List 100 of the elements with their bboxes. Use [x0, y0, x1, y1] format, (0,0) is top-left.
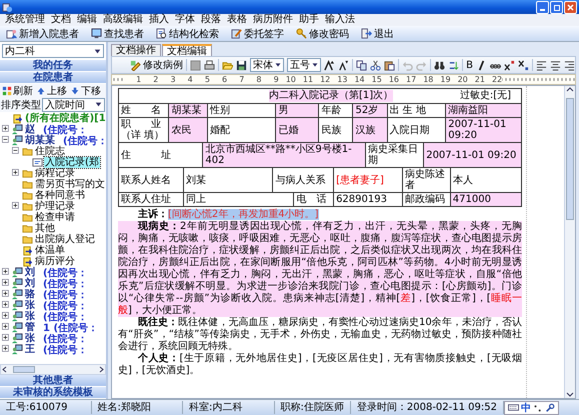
table-cell[interactable]: 471000 — [450, 193, 521, 206]
patient-name[interactable]: 刘 — [24, 278, 36, 289]
table-cell[interactable]: 本人 — [450, 168, 522, 192]
maximize-button[interactable] — [550, 0, 563, 14]
table-cell[interactable]: 湖南益阳 — [445, 104, 521, 117]
tree-item[interactable]: 入院记录(郑 — [44, 157, 100, 168]
patient-name[interactable]: 王 — [24, 344, 36, 355]
edit-record-button[interactable]: 修改病例 — [130, 58, 183, 72]
tree-item[interactable]: 其他 — [34, 223, 56, 234]
table-cell[interactable]: 胡某某 — [168, 104, 207, 117]
ime-toolbar[interactable]: 中 — [504, 400, 559, 414]
ime-mode-label[interactable]: 中 — [521, 400, 531, 414]
add-patient-button[interactable]: 新增入院患者 — [3, 26, 82, 40]
table-cell[interactable]: 52岁 — [352, 104, 386, 117]
align-right-button[interactable] — [564, 60, 575, 70]
move-down-button[interactable]: 下移 — [69, 84, 102, 98]
italic-button[interactable] — [476, 60, 487, 70]
find-patient-button[interactable]: 查找患者 — [88, 26, 147, 40]
scroll-right-icon[interactable] — [97, 366, 105, 373]
table-cell[interactable]: 刘某 — [182, 168, 272, 192]
superscript-button[interactable] — [504, 60, 515, 70]
table-cell[interactable]: 男 — [275, 104, 318, 117]
tree-item[interactable]: 病程记录 — [34, 168, 76, 179]
font-grow-button[interactable] — [324, 60, 336, 70]
find-button[interactable] — [434, 60, 446, 70]
font-size-dropdown[interactable]: 五号 — [287, 58, 322, 72]
menu-item[interactable]: 文档 — [48, 14, 74, 26]
department-dropdown[interactable]: 内二科 — [2, 44, 104, 58]
table-cell[interactable]: 已婚 — [275, 118, 318, 142]
table-cell[interactable]: 北京市西城区**路**小区9号楼1-402 — [202, 143, 365, 167]
scroll-left-icon[interactable] — [1, 366, 9, 373]
copy-button[interactable] — [356, 60, 368, 70]
table-cell[interactable]: 农民 — [168, 118, 207, 142]
paste-button[interactable] — [384, 60, 396, 70]
sort-dropdown[interactable]: 入院时间 — [42, 98, 105, 112]
patient-name[interactable]: 刘 — [24, 267, 36, 278]
menu-item[interactable]: 输入法 — [322, 14, 358, 26]
vertical-scrollbar[interactable] — [564, 86, 575, 398]
tree-item[interactable]: 出院病人登记 — [34, 234, 96, 245]
delegate-sign-button[interactable]: 委托签字 — [228, 26, 287, 40]
exit-button[interactable]: 退出 — [358, 26, 397, 40]
menu-item[interactable]: 段落 — [198, 14, 224, 26]
section-header[interactable]: 在院患者 — [0, 72, 106, 84]
tree-item[interactable]: 护理记录 — [34, 201, 76, 212]
table-cell[interactable]: 62890193 — [333, 193, 402, 206]
menu-item[interactable]: 高级编辑 — [100, 14, 146, 26]
table-cell[interactable]: 同上 — [182, 193, 294, 206]
tree-item[interactable]: 各种同意书 — [34, 190, 86, 201]
save-button[interactable] — [236, 60, 247, 70]
section-header[interactable]: 其他患者 — [0, 375, 106, 387]
table-cell[interactable]: [患者妻子] — [333, 168, 402, 192]
patient-name[interactable]: 骆 — [24, 289, 36, 300]
move-up-button[interactable]: 上移 — [35, 84, 68, 98]
menu-item[interactable]: 插入 — [146, 14, 172, 26]
subscript-button[interactable] — [518, 60, 529, 70]
table-cell: 与病人关系 — [272, 168, 334, 192]
align-left-button[interactable] — [536, 60, 547, 70]
patient-name[interactable]: 管 — [24, 322, 36, 333]
scrollbar-thumb[interactable] — [566, 98, 574, 220]
scrollbar-thumb[interactable] — [13, 366, 35, 373]
ruler-number: 15 — [364, 76, 382, 84]
tree-item[interactable]: (所有在院患者)[1 — [24, 113, 106, 124]
menu-item[interactable]: 系统管理 — [2, 14, 48, 26]
close-button[interactable] — [564, 0, 577, 14]
blank-button[interactable] — [190, 60, 201, 70]
tab[interactable]: 文档操作 — [111, 44, 161, 56]
table-cell[interactable]: 2007-11-01 09:20 — [445, 118, 521, 142]
scroll-down-icon[interactable] — [566, 390, 574, 398]
cut-button[interactable] — [370, 60, 382, 70]
tree-item[interactable]: 检查申请 — [34, 212, 76, 223]
section-header[interactable]: 我的任务 — [0, 60, 106, 72]
menu-item[interactable]: 助手 — [296, 14, 322, 26]
change-password-button[interactable]: 修改密码 — [293, 26, 352, 40]
patient-name[interactable]: 胡某某 — [24, 135, 56, 146]
tree-item[interactable]: 需另页书写的文 — [34, 179, 106, 190]
replace-button[interactable] — [448, 60, 460, 70]
menu-item[interactable]: 编辑 — [74, 14, 100, 26]
horizontal-scrollbar[interactable] — [0, 364, 106, 375]
bold-button[interactable]: B — [466, 60, 473, 70]
tree-item[interactable]: 住院志 — [34, 146, 66, 157]
patient-name[interactable]: 赵 — [24, 124, 36, 135]
structured-search-button[interactable]: 结构化检索 — [153, 26, 222, 40]
font-shrink-button[interactable] — [338, 60, 350, 70]
tree-item[interactable]: 病历评分 — [34, 256, 76, 267]
section-header[interactable]: 未审核的系统模板 — [0, 387, 106, 399]
tab[interactable]: 文档编辑 — [162, 44, 212, 56]
minimize-button[interactable] — [536, 0, 549, 14]
table-cell[interactable]: 汉族 — [352, 118, 386, 142]
print-button[interactable] — [204, 60, 215, 70]
tree-item[interactable]: 体温单 — [34, 245, 66, 256]
menu-item[interactable]: 病历附件 — [250, 14, 296, 26]
scroll-up-icon[interactable] — [566, 86, 574, 94]
patient-name[interactable]: 张 — [24, 311, 36, 322]
align-center-button[interactable] — [550, 60, 561, 70]
patient-name[interactable]: 张 — [24, 333, 36, 344]
menu-item[interactable]: 字体 — [172, 14, 198, 26]
menu-item[interactable]: 表格 — [224, 14, 250, 26]
table-cell[interactable]: 2007-11-01 09:20 — [423, 143, 521, 167]
patient-name[interactable]: 张 — [24, 300, 36, 311]
font-dropdown[interactable]: 宋体 — [250, 58, 284, 72]
